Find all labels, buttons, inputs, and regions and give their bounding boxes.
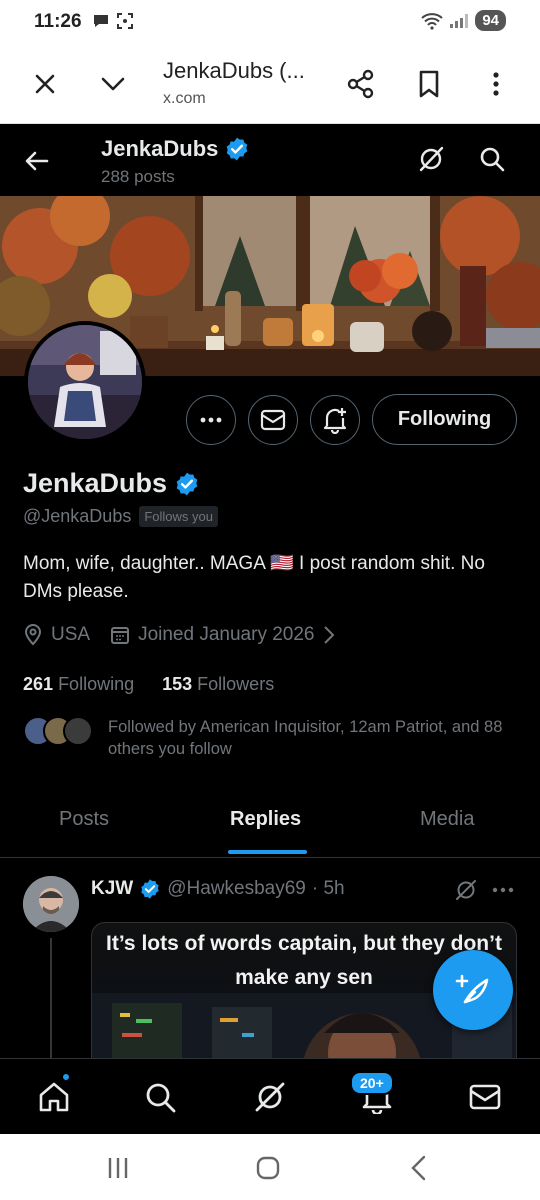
calendar-icon <box>111 627 130 644</box>
location-item: USA <box>23 624 90 646</box>
post-author-handle: @Hawkesbay69 <box>167 878 306 899</box>
joined-text: Joined January 2026 <box>138 624 315 645</box>
mail-icon <box>469 1084 501 1110</box>
followed-by-row[interactable]: Followed by American Inquisitor, 12am Pa… <box>23 714 502 758</box>
recent-apps-icon[interactable] <box>102 1152 134 1184</box>
verified-badge-icon <box>227 137 248 161</box>
compose-icon <box>455 974 489 1004</box>
followed-by-text: Followed by American Inquisitor, 12am Pa… <box>108 718 503 758</box>
chat-bubble-icon <box>94 15 108 27</box>
browser-toolbar: JenkaDubs (... x.com <box>0 44 540 124</box>
profile-name-text: JenkaDubs <box>23 468 168 498</box>
us-flag-emoji: 🇺🇸 <box>270 553 294 574</box>
back-icon[interactable] <box>404 1152 436 1184</box>
message-button[interactable] <box>248 395 298 445</box>
profile-name: JenkaDubs <box>23 468 200 499</box>
grok-icon[interactable] <box>416 144 446 174</box>
post-author-name[interactable]: KJW <box>91 878 133 900</box>
following-count: 261 <box>23 674 54 694</box>
nav-messages[interactable] <box>465 1077 505 1117</box>
nav-grok[interactable] <box>250 1077 290 1117</box>
header-name: JenkaDubs <box>101 136 250 162</box>
nav-search[interactable] <box>140 1077 180 1117</box>
home-icon <box>39 1082 69 1112</box>
home-unread-dot <box>61 1072 71 1082</box>
bottom-navigation: 20+ <box>0 1058 540 1134</box>
screenshot-icon <box>117 13 133 29</box>
share-icon[interactable] <box>345 68 377 100</box>
location-text: USA <box>51 624 91 645</box>
followers-count: 153 <box>162 674 193 694</box>
system-navigation-bar <box>0 1134 540 1200</box>
status-right: 94 <box>421 10 506 31</box>
close-icon[interactable] <box>30 69 60 99</box>
joined-item[interactable]: Joined January 2026 <box>110 624 334 646</box>
profile-meta: USA Joined January 2026 <box>23 624 355 646</box>
post-author-avatar[interactable] <box>23 876 79 932</box>
profile-handle: @JenkaDubs <box>23 506 132 526</box>
follow-counts: 261 Following 153 Followers <box>23 674 274 695</box>
header-name-text: JenkaDubs <box>101 136 219 161</box>
follows-you-badge: Follows you <box>139 506 218 527</box>
search-icon[interactable] <box>477 144 507 174</box>
verified-badge-icon <box>176 472 198 495</box>
posts-count: 288 posts <box>101 167 175 186</box>
bookmark-icon[interactable] <box>413 68 445 100</box>
home-circle-icon[interactable] <box>252 1152 284 1184</box>
signal-icon <box>450 13 469 28</box>
more-options-button[interactable] <box>186 395 236 445</box>
wifi-icon <box>421 12 443 30</box>
tab-replies[interactable]: Replies <box>230 808 301 831</box>
active-tab-indicator <box>228 850 307 854</box>
location-icon <box>24 624 42 646</box>
profile-tabs: Posts Replies Media <box>0 790 540 858</box>
following-button[interactable]: Following <box>372 394 517 445</box>
mail-icon <box>260 409 286 431</box>
page-url: x.com <box>163 90 206 107</box>
bio-text-start: Mom, wife, daughter.. MAGA <box>23 553 271 574</box>
grok-icon <box>255 1082 285 1112</box>
more-vertical-icon[interactable] <box>480 68 512 100</box>
followed-by-avatars <box>23 714 93 748</box>
chevron-down-icon[interactable] <box>98 69 128 99</box>
following-label: Following <box>58 674 135 694</box>
post-header: KJW @Hawkesbay69 · 5h <box>91 878 345 900</box>
grok-icon[interactable] <box>454 878 478 902</box>
profile-bio: Mom, wife, daughter.. MAGA 🇺🇸 I post ran… <box>23 550 523 606</box>
status-bar: 11:26 94 <box>0 0 540 44</box>
chevron-right-icon <box>323 626 334 644</box>
page-title: JenkaDubs (... <box>163 58 305 83</box>
following-count-link[interactable]: 261 Following <box>23 674 134 695</box>
more-horizontal-icon[interactable] <box>490 878 516 902</box>
followers-count-link[interactable]: 153 Followers <box>162 674 274 695</box>
post-avatar-photo <box>23 876 79 932</box>
thread-line <box>50 938 52 1058</box>
post-time: · 5h <box>311 878 345 899</box>
status-time: 11:26 <box>34 11 82 32</box>
search-icon <box>146 1083 176 1113</box>
followers-label: Followers <box>197 674 275 694</box>
compose-button[interactable] <box>433 950 513 1030</box>
handle-row: @JenkaDubs Follows you <box>23 506 218 527</box>
notify-button[interactable] <box>310 395 360 445</box>
status-notification-icons <box>92 12 134 30</box>
profile-header-bar: JenkaDubs 288 posts <box>0 124 540 196</box>
notifications-badge: 20+ <box>350 1071 394 1095</box>
profile-avatar[interactable] <box>24 321 146 443</box>
verified-badge-icon <box>141 879 159 899</box>
tab-posts[interactable]: Posts <box>59 808 109 831</box>
battery-level: 94 <box>475 10 506 31</box>
nav-home[interactable] <box>34 1077 74 1117</box>
more-horizontal-icon <box>200 417 222 423</box>
mini-avatar <box>63 716 93 746</box>
avatar-photo <box>28 325 142 439</box>
back-arrow-icon[interactable] <box>22 146 52 176</box>
bell-plus-icon <box>323 408 347 434</box>
tab-media[interactable]: Media <box>420 808 474 831</box>
